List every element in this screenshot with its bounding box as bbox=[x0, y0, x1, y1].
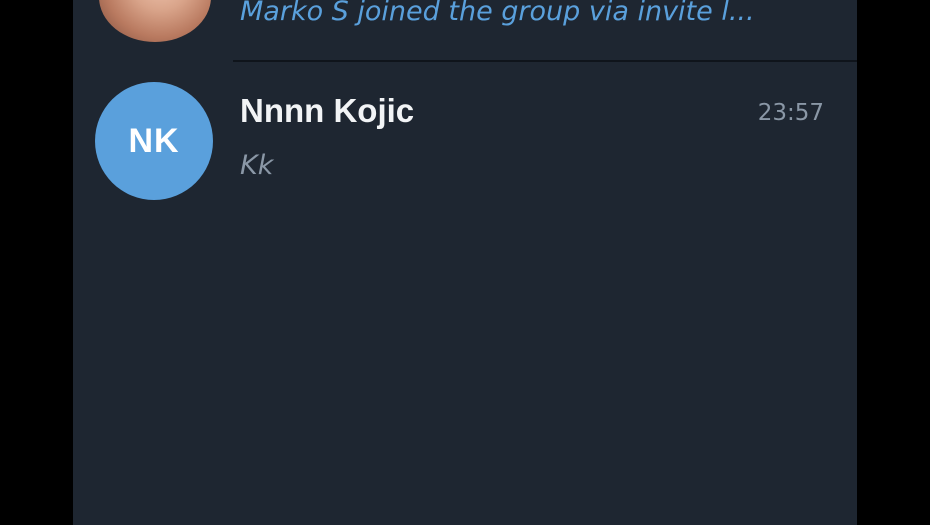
chat-name: Nnnn Kojic bbox=[240, 92, 415, 129]
avatar: NK bbox=[95, 82, 213, 200]
chat-timestamp: 23:57 bbox=[757, 100, 824, 126]
user-photo-avatar bbox=[99, 0, 211, 42]
avatar-initials: NK bbox=[128, 121, 180, 160]
chat-last-message: Kk bbox=[240, 150, 274, 181]
chat-list-item[interactable]: Marko S joined the group via invite l... bbox=[73, 0, 857, 62]
chat-list-screen: Marko S joined the group via invite l...… bbox=[73, 0, 857, 525]
phone-frame: Marko S joined the group via invite l...… bbox=[0, 0, 930, 525]
chat-list-item[interactable]: NK Nnnn Kojic 23:57 Kk bbox=[73, 62, 857, 222]
chat-last-message: Marko S joined the group via invite l... bbox=[240, 0, 755, 27]
